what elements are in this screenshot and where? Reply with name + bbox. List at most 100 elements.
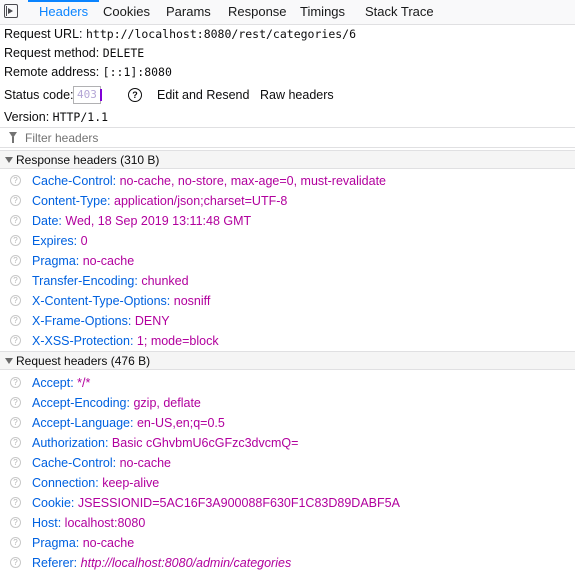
help-icon[interactable]: ? (10, 295, 21, 306)
header-value: Wed, 18 Sep 2019 13:11:48 GMT (65, 214, 252, 228)
header-line: Accept-Language: en-US,en;q=0.5 (32, 413, 225, 433)
request-headers-section-header[interactable]: Request headers (476 B) (0, 351, 575, 370)
help-icon[interactable]: ? (10, 497, 21, 508)
header-line: Cookie: JSESSIONID=5AC16F3A900088F630F1C… (32, 493, 400, 513)
help-icon[interactable]: ? (10, 517, 21, 528)
header-line: Referer: http://localhost:8080/admin/cat… (32, 553, 291, 573)
version-value: HTTP/1.1 (52, 110, 109, 124)
header-name: Date: (32, 214, 62, 228)
header-value: chunked (141, 274, 189, 288)
response-headers-section-header[interactable]: Response headers (310 B) (0, 150, 575, 169)
request-header-row[interactable]: ? Accept: */* (0, 373, 575, 393)
header-value: application/json;charset=UTF-8 (114, 194, 288, 208)
tab-headers[interactable]: Headers (27, 0, 100, 24)
response-header-row[interactable]: ? Cache-Control: no-cache, no-store, max-… (0, 171, 575, 191)
request-header-row[interactable]: ? Pragma: no-cache (0, 533, 575, 553)
help-icon[interactable]: ? (10, 377, 21, 388)
help-icon[interactable]: ? (10, 437, 21, 448)
version-line: Version: HTTP/1.1 (4, 108, 108, 126)
help-icon[interactable]: ? (10, 457, 21, 468)
header-name: Cache-Control: (32, 174, 117, 188)
request-header-row[interactable]: ? Authorization: Basic cGhvbmU6cGFzc3dvcm… (0, 433, 575, 453)
header-value: DENY (134, 314, 170, 328)
response-header-row[interactable]: ? Pragma: no-cache (0, 251, 575, 271)
header-name: Pragma: (32, 254, 80, 268)
header-name: Accept-Encoding: (32, 396, 130, 410)
help-icon[interactable]: ? (10, 315, 21, 326)
request-url-line: Request URL: http://localhost:8080/rest/… (4, 25, 356, 43)
response-header-row[interactable]: ? Date: Wed, 18 Sep 2019 13:11:48 GMT (0, 211, 575, 231)
header-value: keep-alive (102, 476, 160, 490)
tab-stack-trace[interactable]: Stack Trace (365, 0, 434, 24)
header-value: no-cache (119, 456, 171, 470)
header-value: */* (77, 376, 91, 390)
header-name: X-XSS-Protection: (32, 334, 134, 348)
header-name: Cache-Control: (32, 456, 117, 470)
header-value: localhost:8080 (64, 516, 146, 530)
request-header-row[interactable]: ? Host: localhost:8080 (0, 513, 575, 533)
remote-address-value: [::1]:8080 (102, 65, 172, 79)
help-icon[interactable]: ? (10, 335, 21, 346)
response-header-row[interactable]: ? Expires: 0 (0, 231, 575, 251)
help-icon[interactable]: ? (10, 195, 21, 206)
help-icon[interactable]: ? (10, 537, 21, 548)
header-line: Content-Type: application/json;charset=U… (32, 191, 287, 211)
header-line: Pragma: no-cache (32, 251, 134, 271)
tab-timings[interactable]: Timings (300, 0, 345, 24)
header-line: Host: localhost:8080 (32, 513, 145, 533)
tab-response[interactable]: Response (228, 0, 287, 24)
expand-arrow-icon (5, 157, 13, 163)
edit-and-resend-button[interactable]: Edit and Resend (157, 86, 249, 104)
header-name: Authorization: (32, 436, 109, 450)
header-name: Connection: (32, 476, 99, 490)
header-value: no-cache (82, 254, 135, 268)
remote-address-label: Remote address: (4, 65, 100, 79)
help-icon[interactable]: ? (10, 255, 21, 266)
help-icon[interactable]: ? (10, 215, 21, 226)
response-header-row[interactable]: ? Transfer-Encoding: chunked (0, 271, 575, 291)
filter-bar (0, 127, 575, 148)
header-line: X-Frame-Options: DENY (32, 311, 170, 331)
help-icon[interactable]: ? (10, 235, 21, 246)
request-header-row[interactable]: ? Cache-Control: no-cache (0, 453, 575, 473)
version-label: Version: (4, 110, 50, 124)
raw-headers-toggle[interactable]: Raw headers (260, 86, 334, 104)
filter-headers-input[interactable] (25, 129, 565, 146)
request-header-row[interactable]: ? Accept-Encoding: gzip, deflate (0, 393, 575, 413)
header-name: Expires: (32, 234, 78, 248)
header-line: Authorization: Basic cGhvbmU6cGFzc3dvcmQ… (32, 433, 298, 453)
request-header-row[interactable]: ? Accept-Language: en-US,en;q=0.5 (0, 413, 575, 433)
header-line: Accept: */* (32, 373, 90, 393)
request-header-row[interactable]: ? Connection: keep-alive (0, 473, 575, 493)
expand-arrow-icon (5, 358, 13, 364)
help-icon[interactable]: ? (10, 397, 21, 408)
tab-params[interactable]: Params (166, 0, 211, 24)
help-icon[interactable]: ? (10, 417, 21, 428)
filter-icon (9, 132, 17, 143)
request-url-value: http://localhost:8080/rest/categories/6 (86, 27, 357, 41)
header-name: Host: (32, 516, 62, 530)
response-headers-title: Response headers (310 B) (16, 153, 160, 167)
header-line: Expires: 0 (32, 231, 88, 251)
tab-cookies[interactable]: Cookies (103, 0, 150, 24)
response-header-row[interactable]: ? X-Content-Type-Options: nosniff (0, 291, 575, 311)
help-icon[interactable]: ? (10, 275, 21, 286)
response-header-row[interactable]: ? X-XSS-Protection: 1; mode=block (0, 331, 575, 351)
status-code-input[interactable]: 403 (73, 86, 102, 104)
toggle-sidebar-icon[interactable] (4, 4, 18, 18)
header-value: 0 (80, 234, 88, 248)
header-name: X-Content-Type-Options: (32, 294, 171, 308)
help-icon[interactable]: ? (10, 175, 21, 186)
help-icon[interactable]: ? (10, 477, 21, 488)
request-header-row[interactable]: ? Referer: http://localhost:8080/admin/ca… (0, 553, 575, 573)
request-header-row[interactable]: ? Cookie: JSESSIONID=5AC16F3A900088F630F1… (0, 493, 575, 513)
help-icon[interactable]: ? (10, 557, 21, 568)
response-header-row[interactable]: ? Content-Type: application/json;charset=… (0, 191, 575, 211)
header-name: X-Frame-Options: (32, 314, 132, 328)
header-value: Basic cGhvbmU6cGFzc3dvcmQ= (111, 436, 299, 450)
request-method-line: Request method: DELETE (4, 44, 144, 62)
response-header-row[interactable]: ? X-Frame-Options: DENY (0, 311, 575, 331)
help-icon[interactable]: ? (128, 88, 142, 102)
header-name: Pragma: (32, 536, 80, 550)
header-line: X-Content-Type-Options: nosniff (32, 291, 210, 311)
